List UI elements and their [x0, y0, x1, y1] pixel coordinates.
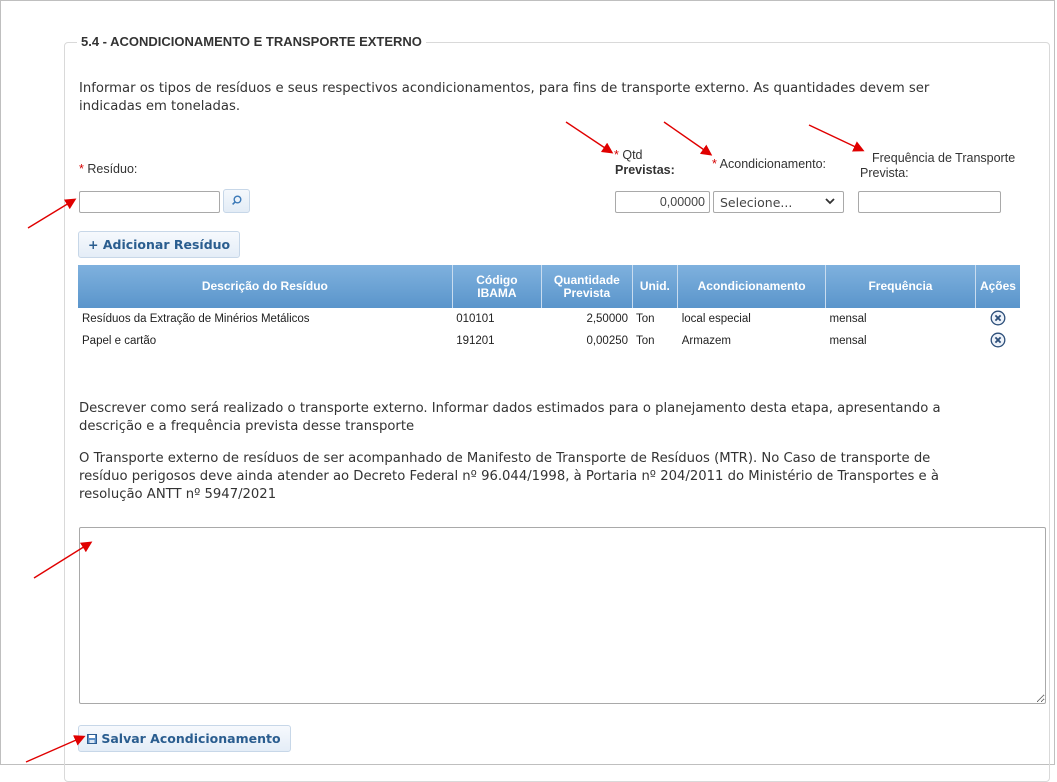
search-button[interactable] — [223, 189, 250, 213]
cell-unid: Ton — [636, 335, 655, 347]
table-header-row: Descrição do Resíduo Código IBAMA Quantid… — [78, 265, 1020, 308]
required-mark: * — [712, 157, 717, 171]
qtd-label-line-1: Qtd — [622, 148, 643, 162]
cell-frequencia: mensal — [829, 335, 867, 347]
acondicionamento-selected: Selecione... — [720, 195, 793, 210]
residuo-label-text: Resíduo: — [87, 162, 138, 176]
save-button[interactable]: Salvar Acondicionamento — [78, 725, 291, 752]
cell-acondicionamento: Armazem — [681, 335, 731, 347]
acondicionamento-select[interactable]: Selecione... — [713, 191, 844, 213]
mtr-line-2: resíduo perigosos deve ainda atender ao … — [79, 469, 939, 484]
frequencia-label-line-1: Frequência de Transporte — [872, 151, 1016, 165]
header-descricao: Descrição do Resíduo — [78, 265, 453, 308]
cell-acoes — [975, 330, 1020, 352]
chevron-down-icon — [825, 198, 835, 205]
search-icon — [232, 195, 242, 205]
intro-line-1: Informar os tipos de resíduos e seus res… — [79, 81, 930, 96]
intro-line-2: indicadas em toneladas. — [79, 99, 241, 114]
frequencia-input[interactable] — [858, 191, 1001, 213]
cell-descricao: Papel e cartão — [82, 335, 157, 347]
quantidade-input[interactable]: 0,00000 — [615, 191, 710, 213]
header-quantidade: Quantidade Prevista — [541, 265, 633, 308]
header-qtd-line2: Prevista — [563, 285, 611, 300]
remove-row-icon[interactable] — [990, 332, 1006, 348]
acondicionamento-label: * Acondicionamento: — [712, 157, 826, 172]
transport-textarea[interactable] — [79, 527, 1046, 704]
save-button-label: Salvar Acondicionamento — [101, 731, 281, 746]
mtr-notice: O Transporte externo de resíduos de ser … — [79, 450, 1039, 504]
residuo-input[interactable] — [79, 191, 220, 213]
cell-codigo: 191201 — [456, 335, 495, 347]
qtd-label: * Qtd Previstas: — [608, 148, 675, 178]
cell-codigo: 010101 — [456, 313, 495, 325]
cell-descricao: Resíduos da Extração de Minérios Metálic… — [82, 313, 310, 325]
header-unid: Unid. — [632, 265, 679, 308]
save-icon — [87, 734, 97, 744]
mtr-line-1: O Transporte externo de resíduos de ser … — [79, 451, 931, 466]
acondicionamento-label-text: Acondicionamento: — [719, 157, 826, 171]
header-codigo-line1: Código — [476, 272, 518, 287]
cell-acondicionamento: local especial — [681, 313, 751, 325]
section-title: 5.4 - ACONDICIONAMENTO E TRANSPORTE EXTE… — [77, 34, 426, 49]
header-codigo: Código IBAMA — [452, 265, 543, 308]
remove-row-icon[interactable] — [990, 310, 1006, 326]
frequencia-label-line-2: Prevista: — [860, 166, 909, 180]
header-acoes: Ações — [975, 265, 1020, 308]
mtr-line-3: resolução ANTT nº 5947/2021 — [79, 487, 277, 502]
cell-acoes — [975, 308, 1020, 330]
table-row: Papel e cartão 191201 0,00250 Ton Armaze… — [78, 330, 1020, 352]
qtd-label-line-2: Previstas: — [615, 163, 675, 177]
intro-text: Informar os tipos de resíduos e seus res… — [79, 80, 1039, 116]
header-acondicionamento: Acondicionamento — [677, 265, 826, 308]
residuos-table: Descrição do Resíduo Código IBAMA Quantid… — [78, 265, 1020, 352]
cell-unid: Ton — [636, 313, 655, 325]
header-frequencia: Frequência — [825, 265, 976, 308]
cell-frequencia: mensal — [829, 313, 867, 325]
transport-description: Descrever como será realizado o transpor… — [79, 400, 1039, 436]
required-mark: * — [614, 148, 619, 162]
transport-desc-line-2: descrição e a frequência prevista desse … — [79, 419, 415, 434]
table-row: Resíduos da Extração de Minérios Metálic… — [78, 308, 1020, 330]
cell-quantidade: 2,50000 — [586, 313, 629, 325]
transport-desc-line-1: Descrever como será realizado o transpor… — [79, 401, 941, 416]
cell-quantidade: 0,00250 — [586, 335, 629, 347]
frequencia-label: Frequência de Transporte Prevista: — [860, 151, 1015, 181]
residuo-label: * Resíduo: — [79, 162, 137, 177]
required-mark: * — [79, 162, 84, 176]
header-codigo-line2: IBAMA — [477, 285, 517, 300]
header-qtd-line1: Quantidade — [553, 272, 620, 287]
add-residuo-button[interactable]: + Adicionar Resíduo — [78, 231, 241, 258]
